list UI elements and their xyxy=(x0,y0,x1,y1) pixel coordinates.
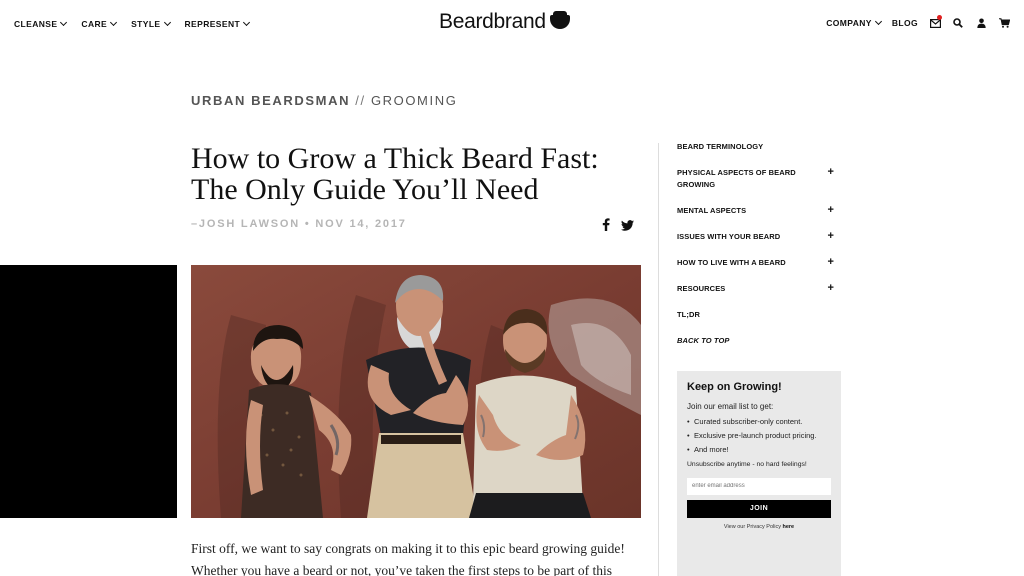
sidebar-divider xyxy=(658,143,659,576)
privacy-link[interactable]: here xyxy=(782,524,794,530)
nav-cleanse-label: CLEANSE xyxy=(14,19,58,29)
site-logo[interactable]: Beardbrand xyxy=(439,10,570,34)
nav-represent-label: REPRESENT xyxy=(184,19,241,29)
video-placeholder-block xyxy=(0,265,177,518)
twitter-icon[interactable] xyxy=(621,218,634,236)
benefit-item: Curated subscriber-only content. xyxy=(687,417,831,427)
chevron-down-icon xyxy=(874,17,882,26)
plus-icon[interactable]: + xyxy=(827,205,834,216)
article-kicker: URBAN BEARDSMAN // GROOMING xyxy=(191,93,457,108)
toc-item-label: HOW TO LIVE WITH A BEARD xyxy=(677,258,786,267)
nav-company[interactable]: COMPANY xyxy=(826,17,882,28)
toc-item-tldr[interactable]: TL;DR xyxy=(677,309,837,321)
article-byline: –JOSH LAWSON • NOV 14, 2017 xyxy=(191,218,407,230)
nav-style[interactable]: STYLE xyxy=(131,18,171,29)
privacy-prefix: View our Privacy Policy xyxy=(723,523,781,530)
newsletter-benefits: Curated subscriber-only content. Exclusi… xyxy=(687,417,831,455)
newsletter-intro: Join our email list to get: xyxy=(687,402,774,411)
nav-care[interactable]: CARE xyxy=(81,18,118,29)
join-button[interactable]: JOIN xyxy=(687,499,831,518)
benefit-item: And more! xyxy=(687,445,831,455)
chevron-down-icon xyxy=(110,18,118,27)
hero-image xyxy=(191,265,641,518)
primary-nav: CLEANSE CARE STYLE REPRESENT xyxy=(14,18,251,29)
secondary-nav: COMPANY BLOG xyxy=(826,15,1010,29)
toc-back-to-top[interactable]: BACK TO TOP xyxy=(677,335,837,347)
toc-item-live-with-beard[interactable]: HOW TO LIVE WITH A BEARD + xyxy=(677,257,837,269)
toc-item-label: MENTAL ASPECTS xyxy=(677,206,747,215)
nav-blog-label: BLOG xyxy=(891,18,918,28)
unsubscribe-note: Unsubscribe anytime - no hard feelings! xyxy=(687,461,807,468)
chevron-down-icon xyxy=(163,18,171,27)
nav-cleanse[interactable]: CLEANSE xyxy=(14,18,68,29)
benefit-item: Exclusive pre-launch product pricing. xyxy=(687,431,831,441)
plus-icon[interactable]: + xyxy=(827,167,834,178)
toc-item-label: PHYSICAL ASPECTS OF BEARD GROWING xyxy=(677,168,796,189)
logo-text: Beardbrand xyxy=(439,10,546,33)
toc-item-label: RESOURCES xyxy=(677,284,726,293)
kicker-category[interactable]: URBAN BEARDSMAN xyxy=(191,93,350,108)
nav-company-label: COMPANY xyxy=(826,18,872,28)
toc-item-issues[interactable]: ISSUES WITH YOUR BEARD + xyxy=(677,231,837,243)
toc-item-label: TL;DR xyxy=(677,310,700,319)
chevron-down-icon xyxy=(243,18,251,27)
plus-icon[interactable]: + xyxy=(827,283,834,294)
article-body-intro: First off, we want to say congrats on ma… xyxy=(191,541,625,576)
kicker-subcategory[interactable]: GROOMING xyxy=(371,93,457,108)
mail-icon[interactable] xyxy=(929,15,942,29)
toc-item-label: BACK TO TOP xyxy=(677,336,730,345)
logo-mark-icon xyxy=(549,11,570,29)
cart-icon[interactable] xyxy=(998,17,1010,29)
newsletter-signup: Keep on Growing! Join our email list to … xyxy=(677,371,841,576)
chevron-down-icon xyxy=(60,18,68,27)
email-field[interactable] xyxy=(687,477,831,495)
share-buttons xyxy=(602,218,634,236)
toc-item-label: BEARD TERMINOLOGY xyxy=(677,142,764,151)
toc-item-resources[interactable]: RESOURCES + xyxy=(677,283,837,295)
search-icon[interactable] xyxy=(952,17,964,29)
account-icon[interactable] xyxy=(975,17,987,29)
plus-icon[interactable]: + xyxy=(827,231,834,242)
newsletter-title: Keep on Growing! xyxy=(687,381,782,393)
toc-item-physical-aspects[interactable]: PHYSICAL ASPECTS OF BEARD GROWING + xyxy=(677,167,837,191)
nav-care-label: CARE xyxy=(81,19,108,29)
table-of-contents: BEARD TERMINOLOGY PHYSICAL ASPECTS OF BE… xyxy=(677,141,837,347)
site-header: CLEANSE CARE STYLE REPRESENT Beardbrand … xyxy=(0,0,1024,50)
toc-item-label: ISSUES WITH YOUR BEARD xyxy=(677,232,781,241)
toc-item-beard-terminology[interactable]: BEARD TERMINOLOGY xyxy=(677,141,837,153)
article-title: How to Grow a Thick Beard Fast: The Only… xyxy=(191,142,599,206)
nav-blog[interactable]: BLOG xyxy=(892,18,918,28)
privacy-note: View our Privacy Policy here xyxy=(687,524,831,530)
toc-item-mental-aspects[interactable]: MENTAL ASPECTS + xyxy=(677,205,837,217)
nav-style-label: STYLE xyxy=(131,19,161,29)
kicker-separator: // xyxy=(355,93,366,108)
facebook-icon[interactable] xyxy=(602,218,610,236)
nav-represent[interactable]: REPRESENT xyxy=(184,18,251,29)
notification-dot xyxy=(937,15,942,20)
plus-icon[interactable]: + xyxy=(827,257,834,268)
